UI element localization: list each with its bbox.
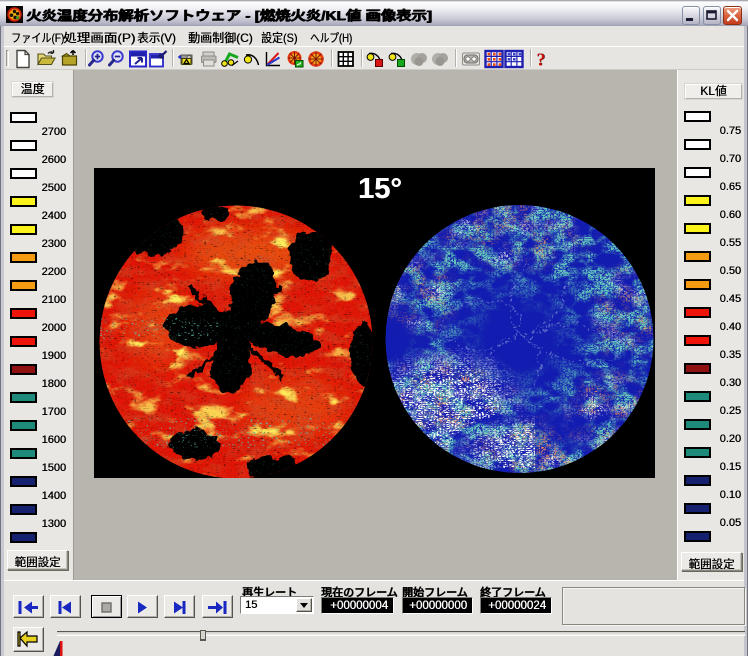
svg-text:?: ?: [537, 50, 546, 70]
